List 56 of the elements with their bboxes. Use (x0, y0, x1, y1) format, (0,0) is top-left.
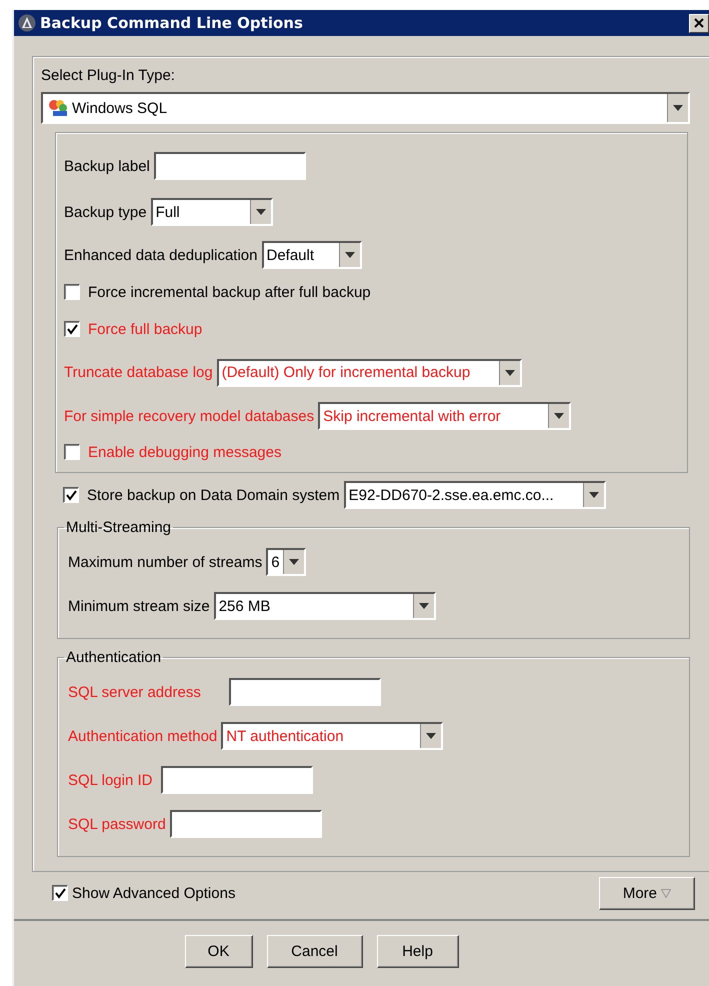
database-icon (47, 98, 69, 118)
field-label: Minimum stream size (68, 598, 210, 614)
field-label: Backup label (64, 158, 150, 174)
caret-icon (554, 413, 564, 419)
dropdown[interactable]: 6 (266, 548, 306, 576)
caret-icon (256, 209, 266, 215)
dropdown[interactable]: (Default) Only for incremental backup (216, 358, 522, 386)
dropdown[interactable]: NT authentication (221, 722, 444, 750)
dropdown[interactable]: Default (262, 241, 362, 269)
checkbox[interactable] (64, 321, 80, 337)
dialog-button[interactable]: Cancel (266, 935, 362, 968)
field-label: Authentication method (68, 728, 218, 744)
close-icon (694, 18, 704, 28)
group-title: Authentication (65, 649, 162, 666)
checkbox[interactable] (64, 444, 80, 460)
plugin-type-dropdown[interactable]: Windows SQL (41, 92, 690, 124)
field-label: Backup type (64, 204, 147, 220)
caret-icon (289, 559, 300, 565)
field-label: Truncate database log (64, 364, 213, 381)
field-label: For simple recovery model databases (64, 408, 314, 424)
caret-icon (504, 370, 515, 376)
dropdown[interactable]: Skip incremental with error (318, 402, 572, 430)
text-field[interactable] (154, 152, 306, 180)
dialog-button[interactable]: Help (376, 935, 458, 968)
checkbox[interactable] (64, 284, 80, 300)
field-label: Enhanced data deduplication (64, 246, 258, 264)
field-label: SQL login ID (68, 772, 152, 788)
caret-icon (344, 252, 354, 258)
caret-icon (673, 105, 683, 111)
close-button[interactable] (689, 14, 709, 32)
checkbox-label: Show Advanced Options (72, 884, 236, 902)
text-field[interactable] (228, 678, 381, 706)
field-label: SQL server address (68, 684, 201, 700)
dropdown[interactable]: Full (150, 198, 273, 226)
app-logo-icon (18, 14, 36, 32)
caret-icon (588, 492, 599, 498)
caret-icon (426, 733, 436, 739)
checkbox-label: Store backup on Data Domain system (87, 486, 340, 504)
field-label: SQL password (68, 816, 166, 832)
checkbox[interactable] (63, 487, 79, 503)
checkbox-label: Force full backup (88, 320, 202, 338)
checkbox[interactable] (52, 885, 68, 901)
more-button[interactable]: More (599, 876, 695, 910)
plugin-type-label: Select Plug-In Type: (41, 67, 175, 84)
field-label: Maximum number of streams (68, 554, 262, 570)
window-title: Backup Command Line Options (40, 14, 303, 32)
group-title: Multi-Streaming (65, 519, 172, 536)
checkbox-label: Force incremental backup after full backup (88, 284, 371, 300)
text-field[interactable] (170, 810, 322, 838)
dropdown[interactable]: 256 MB (214, 592, 436, 620)
dialog-button[interactable]: OK (184, 935, 252, 968)
triangle-icon (661, 888, 672, 898)
caret-icon (418, 603, 429, 609)
text-field[interactable] (160, 766, 312, 794)
checkbox-label: Enable debugging messages (88, 444, 282, 460)
dropdown[interactable]: E92-DD670-2.sse.ea.emc.co... (344, 481, 606, 509)
